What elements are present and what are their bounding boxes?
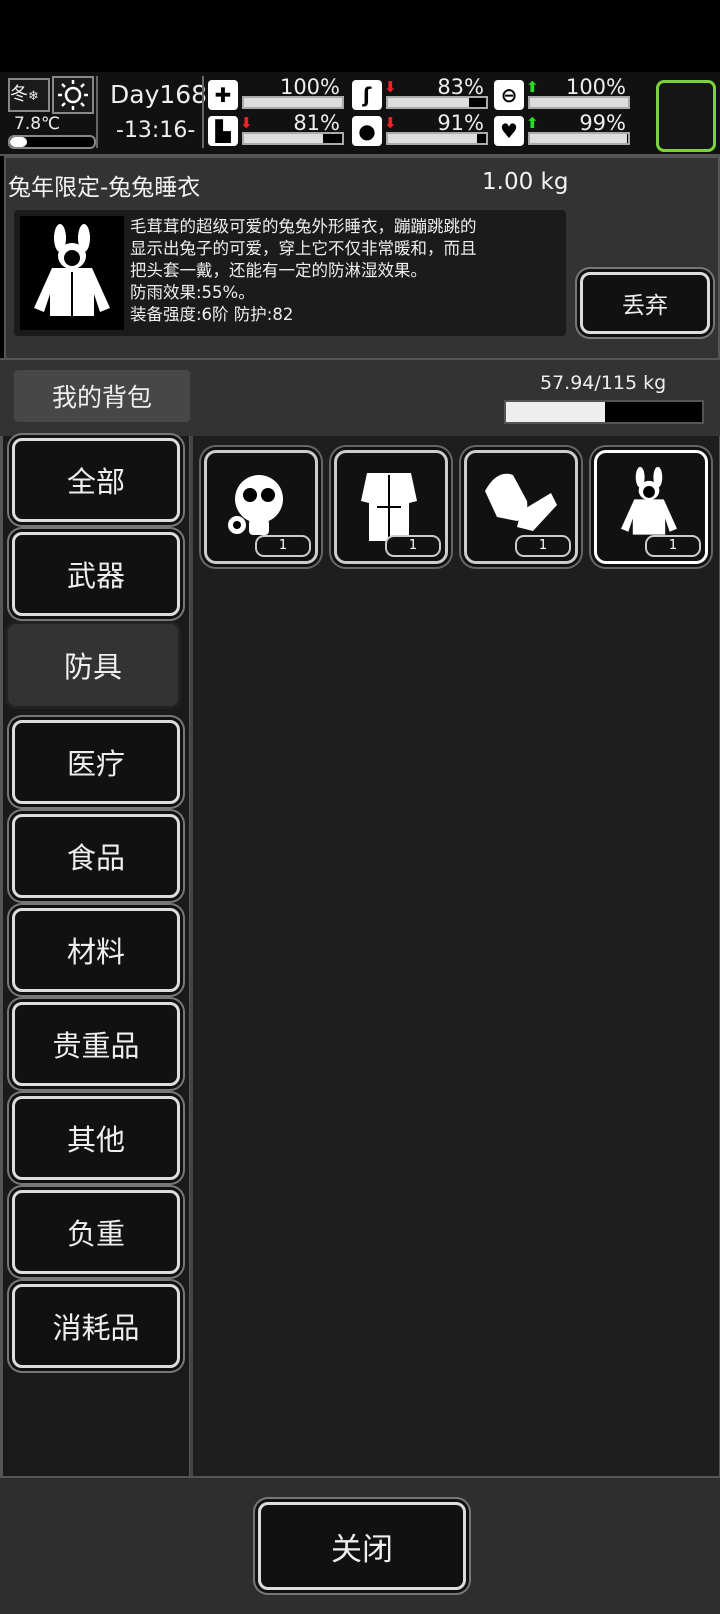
- category-tab[interactable]: 负重: [12, 1190, 180, 1274]
- temperature-bar: [8, 135, 96, 149]
- bag-capacity: 57.94/115 kg: [540, 372, 667, 394]
- inventory-slot[interactable]: 1: [334, 450, 448, 564]
- description-line: 防雨效果:55%。: [130, 283, 255, 302]
- medkit-icon: ✚: [208, 80, 238, 110]
- item-grid: [190, 436, 720, 1476]
- category-tab[interactable]: 防具: [8, 624, 178, 706]
- day-counter: Day168: [110, 80, 208, 109]
- quick-slot[interactable]: [656, 80, 716, 152]
- description-line: 毛茸茸的超级可爱的兔兔外形睡衣，蹦蹦跳跳的: [130, 217, 477, 236]
- arrow-up-icon: ⬆: [526, 114, 539, 132]
- arrow-down-icon: ⬇: [384, 114, 397, 132]
- clock: -13:16-: [116, 118, 196, 143]
- stat-bar-thirst: [386, 132, 488, 145]
- season-badge: 冬❄: [8, 78, 50, 112]
- item-count: 1: [385, 535, 441, 557]
- category-tab[interactable]: 材料: [12, 908, 180, 992]
- category-tab[interactable]: 医疗: [12, 720, 180, 804]
- arrow-down-icon: ⬇: [384, 78, 397, 96]
- stat-bar-mood: [528, 96, 630, 109]
- sun-icon: [52, 76, 94, 114]
- item-name: 兔年限定-兔兔睡衣: [8, 175, 201, 201]
- category-tab[interactable]: 食品: [12, 814, 180, 898]
- description-line: 把头套一戴，还能有一定的防淋湿效果。: [130, 261, 427, 280]
- drop-button[interactable]: 丢弃: [580, 272, 710, 334]
- stomach-icon: ʃ: [352, 80, 382, 110]
- water-drop-icon: ●: [352, 116, 382, 146]
- item-weight: 1.00 kg: [482, 169, 569, 195]
- heart-icon: ♥: [494, 116, 524, 146]
- description-line: 装备强度:6阶 防护:82: [130, 305, 294, 324]
- divider: [96, 76, 98, 148]
- arrow-down-icon: ⬇: [240, 114, 253, 132]
- stat-bar-stamina: [242, 132, 344, 145]
- category-tab[interactable]: 贵重品: [12, 1002, 180, 1086]
- category-tab[interactable]: 消耗品: [12, 1284, 180, 1368]
- pill-icon: ⊖: [494, 80, 524, 110]
- item-count: 1: [515, 535, 571, 557]
- arrow-up-icon: ⬆: [526, 78, 539, 96]
- stat-bar-hunger: [386, 96, 488, 109]
- capacity-bar: [504, 400, 704, 424]
- season-label: 冬: [10, 84, 28, 105]
- category-tab[interactable]: 武器: [12, 532, 180, 616]
- temperature-label: 7.8℃: [14, 114, 61, 134]
- stat-bar-health: [242, 96, 344, 109]
- category-tab[interactable]: 其他: [12, 1096, 180, 1180]
- foot-icon: ▙: [208, 116, 238, 146]
- bunny-pajamas-icon: [20, 216, 124, 330]
- item-description: 毛茸茸的超级可爱的兔兔外形睡衣，蹦蹦跳跳的 显示出兔子的可爱，穿上它不仅非常暖和…: [130, 216, 560, 326]
- inventory-slot[interactable]: 1: [594, 450, 708, 564]
- stat-bar-sanity: [528, 132, 630, 145]
- divider: [202, 76, 204, 148]
- description-line: 显示出兔子的可爱，穿上它不仅非常暖和，而且: [130, 239, 477, 258]
- item-count: 1: [255, 535, 311, 557]
- inventory-slot[interactable]: 1: [464, 450, 578, 564]
- bag-title: 我的背包: [14, 370, 190, 422]
- inventory-slot[interactable]: 1: [204, 450, 318, 564]
- snowflake-icon: ❄: [28, 89, 39, 104]
- category-tab[interactable]: 全部: [12, 438, 180, 522]
- close-button[interactable]: 关闭: [258, 1502, 466, 1590]
- item-count: 1: [645, 535, 701, 557]
